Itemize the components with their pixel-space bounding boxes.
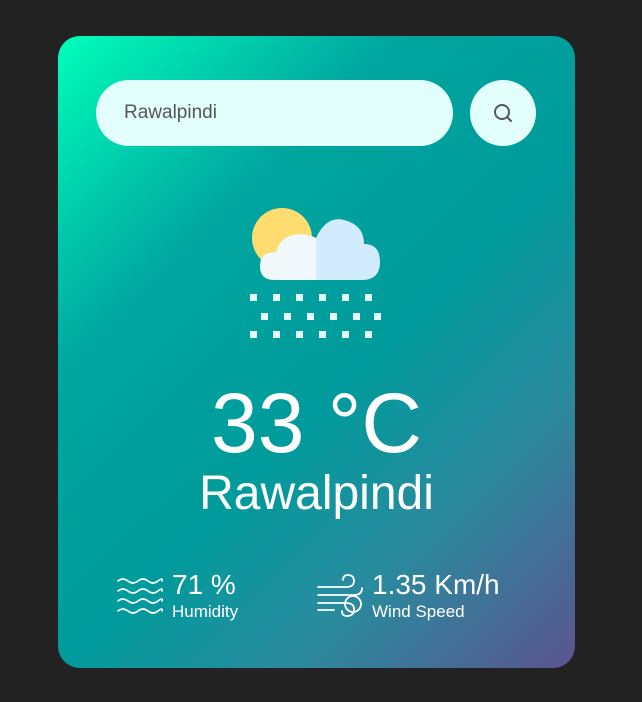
wind-icon bbox=[317, 574, 363, 617]
search-icon bbox=[494, 104, 512, 122]
search-input[interactable] bbox=[96, 80, 453, 146]
city-name: Rawalpindi bbox=[199, 467, 434, 520]
humidity-label: Humidity bbox=[172, 602, 239, 621]
humidity-text: 71 % Humidity bbox=[172, 569, 238, 623]
humidity-stat: 71 % Humidity bbox=[116, 566, 238, 626]
wind-text: 1.35 Km/h Wind Speed bbox=[372, 569, 500, 623]
humidity-waves-icon bbox=[117, 578, 163, 614]
wind-value: 1.35 Km/h bbox=[372, 569, 500, 600]
temperature: 33 °C bbox=[210, 376, 423, 470]
search-bar bbox=[96, 80, 536, 146]
cloud-sun-snow-icon bbox=[250, 208, 381, 338]
search-button[interactable] bbox=[470, 80, 536, 146]
humidity-value: 71 % bbox=[172, 569, 236, 600]
wind-label: Wind Speed bbox=[372, 602, 465, 621]
wind-stat: 1.35 Km/h Wind Speed bbox=[316, 566, 500, 626]
weather-card: 33 °C Rawalpindi 71 % Humidity bbox=[58, 36, 575, 668]
